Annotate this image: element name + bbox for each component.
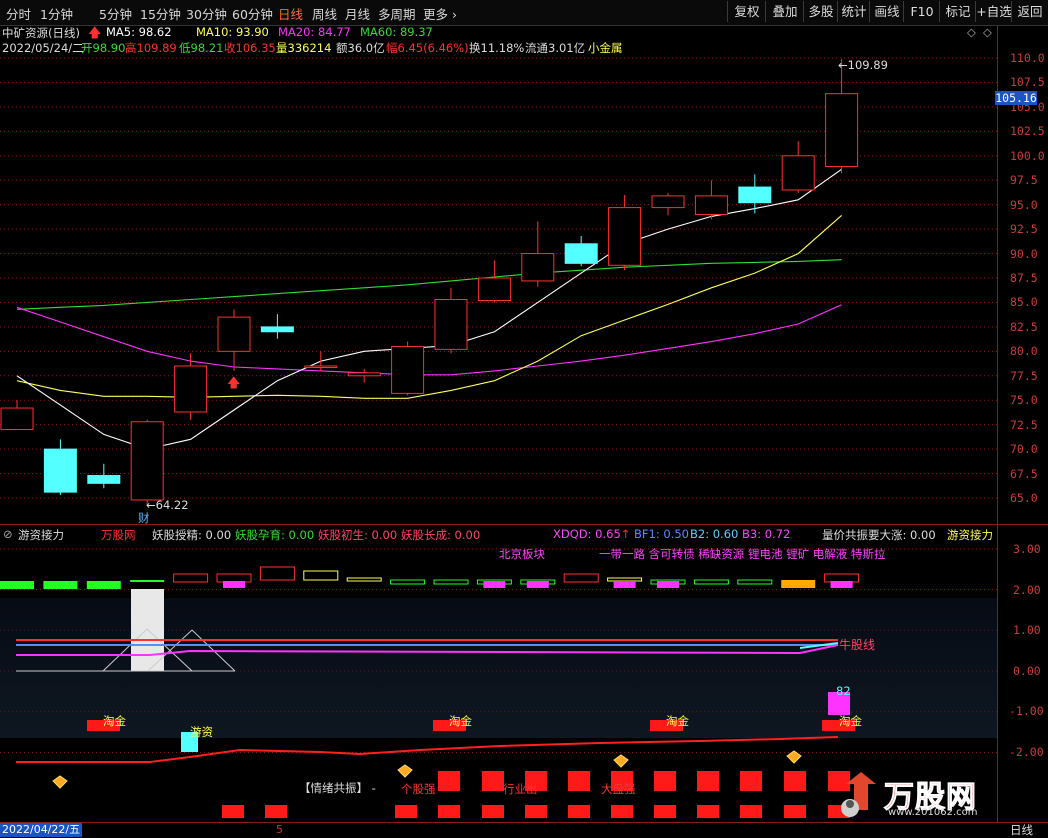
price-tick: 110.0 [1010, 51, 1045, 65]
diamond-icon [613, 754, 629, 768]
price-tick: 87.5 [1010, 271, 1038, 285]
signal-square [482, 771, 504, 791]
strip-box [43, 581, 78, 589]
date-axis: 2022/04/22/五 5 日线 [0, 822, 1048, 838]
price-tick: 95.0 [1010, 197, 1038, 212]
signal-square [265, 805, 287, 818]
back-button[interactable]: 返回 [1011, 1, 1048, 22]
signal-square [697, 805, 719, 818]
signal-square [482, 805, 504, 818]
price-tick: 107.5 [1010, 75, 1045, 90]
price-tick: 67.5 [1010, 466, 1038, 481]
hangye-label: 行业出 [503, 782, 538, 796]
magenta-marker [483, 581, 506, 588]
watermark-logo: 万股网 www.201062.com [836, 770, 996, 822]
magenta-marker [223, 581, 245, 588]
price-tick: 100.0 [1010, 148, 1045, 163]
taojin-label-1: 淘金 [103, 714, 126, 728]
magenta-marker [657, 581, 679, 588]
diamond-icon [397, 764, 413, 778]
strip-box [563, 573, 599, 583]
strip-box [86, 581, 121, 589]
signal-square [568, 805, 590, 818]
diamond-icon [52, 775, 68, 789]
signal-square [611, 805, 633, 818]
signal-square [438, 805, 460, 818]
sub-axis-1: 1.00 [1013, 623, 1041, 637]
sub-axis-neg1: -1.00 [1009, 704, 1044, 718]
taojin-label-4: 淘金 [839, 714, 862, 728]
signal-square [740, 805, 762, 818]
strip-box [303, 570, 339, 581]
price-tick: 65.0 [1010, 491, 1038, 505]
red-curve [16, 736, 839, 763]
signal-square [525, 805, 547, 818]
strip-box [607, 577, 643, 582]
date-mark-5: 5 [276, 823, 283, 836]
period-label: 日线 [1010, 823, 1033, 837]
current-price-label: 105.16 [995, 91, 1037, 105]
strip-box [390, 579, 426, 585]
sub-axis-neg2: -2.00 [1009, 745, 1044, 759]
price-tick: 82.5 [1010, 319, 1038, 334]
taojin-label-3: 淘金 [666, 714, 689, 728]
value-82-label: 82 [836, 684, 851, 698]
signal-square [697, 771, 719, 791]
strip-box [433, 579, 469, 585]
watermark-url: www.201062.com [888, 807, 978, 818]
price-tick: 92.5 [1010, 222, 1038, 237]
signal-square [784, 805, 806, 818]
signal-square [784, 771, 806, 791]
price-tick: 80.0 [1010, 344, 1038, 359]
signal-square [222, 805, 244, 818]
price-tick: 77.5 [1010, 368, 1038, 383]
signal-square [740, 771, 762, 791]
start-date-label: 2022/04/22/五 [0, 823, 83, 837]
magenta-marker [830, 581, 853, 588]
price-tick: 97.5 [1010, 173, 1038, 188]
price-tick: 70.0 [1010, 442, 1038, 457]
strip-box [346, 577, 382, 582]
signal-square [654, 771, 676, 791]
strip-box [173, 573, 209, 583]
sub-axis-2: 2.00 [1013, 583, 1041, 597]
signal-square [395, 805, 417, 818]
strip-box [737, 579, 773, 585]
price-tick: 102.5 [1010, 124, 1045, 139]
taojin-label-2: 淘金 [449, 714, 472, 728]
diamond-icon [786, 750, 802, 764]
qingxu-label: 【情绪共振】 - [299, 781, 376, 795]
dapan-label: 大盘强 [601, 782, 636, 796]
mascot-icon [841, 772, 876, 817]
strip-box [824, 573, 860, 583]
signal-square [438, 771, 460, 791]
strip-box [0, 581, 34, 589]
strip-box [259, 566, 295, 581]
signal-square [568, 771, 590, 791]
price-tick: 75.0 [1010, 393, 1038, 408]
youzi-label: 游资 [190, 725, 213, 739]
strip-box [781, 580, 816, 588]
magenta-marker [613, 581, 636, 588]
price-tick: 72.5 [1010, 417, 1038, 432]
strip-box [693, 579, 729, 585]
indicator-chart[interactable] [0, 0, 997, 837]
strip-box [216, 573, 252, 583]
price-tick: 85.0 [1010, 295, 1038, 310]
sub-axis-3: 3.00 [1013, 542, 1041, 556]
signal-square [654, 805, 676, 818]
niu-line-label: 牛股线 [839, 638, 876, 652]
magenta-marker [526, 581, 549, 588]
gegu-label: 个股强 [401, 782, 436, 796]
sub-axis-0: 0.00 [1013, 664, 1041, 678]
price-tick: 90.0 [1010, 246, 1038, 261]
